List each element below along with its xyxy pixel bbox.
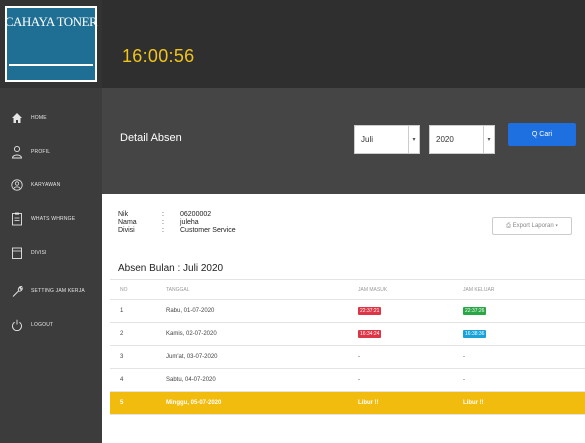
header-band: Detail Absen Juli ▾ 2020 ▾ Q Cari xyxy=(102,88,585,194)
logo[interactable]: CAHAYA TONER xyxy=(4,6,98,82)
info-label: Divisi xyxy=(118,227,135,234)
year-select[interactable]: 2020 ▾ xyxy=(429,125,495,154)
sidebar-item-karyawan[interactable]: KARYAWAN xyxy=(0,175,102,195)
info-label: Nama xyxy=(118,219,137,226)
cell-in: 16:34:24 xyxy=(348,322,453,346)
time-in-badge: 22:37:21 xyxy=(358,307,382,315)
content-card: Nik : 06200002 Nama : juleha Divisi : Cu… xyxy=(110,197,585,443)
info-row-nik: Nik : 06200002 xyxy=(118,211,236,219)
info-colon: : xyxy=(162,219,164,226)
page-title: Detail Absen xyxy=(120,132,182,144)
table-row: 4 Sabtu, 04-07-2020 - - xyxy=(110,368,585,392)
cell-no: 1 xyxy=(110,299,156,323)
sidebar-item-divisi[interactable]: DIVISI xyxy=(0,243,102,263)
month-select-value: Juli xyxy=(361,135,374,144)
sidebar-item-label: KARYAWAN xyxy=(31,182,61,188)
logo-container: CAHAYA TONER xyxy=(0,0,102,88)
info-value-divisi: Customer Service xyxy=(180,227,236,234)
sidebar-item-label: PROFIL xyxy=(31,149,51,155)
column-header: JAM KELUAR xyxy=(453,279,585,300)
cell-out: Libur !! xyxy=(453,391,585,415)
sidebar-item-label: WHATS WHRNGE xyxy=(31,216,76,222)
cell-out: - xyxy=(453,345,585,369)
logo-underline xyxy=(9,64,93,66)
cell-no: 4 xyxy=(110,368,156,392)
cell-out: - xyxy=(453,368,585,392)
info-row-nama: Nama : juleha xyxy=(118,219,236,227)
top-bar: 16:00:56 xyxy=(102,0,585,88)
cell-no: 2 xyxy=(110,322,156,346)
cell-date: Jum'at, 03-07-2020 xyxy=(156,345,348,369)
sidebar: CAHAYA TONER HOME PROFIL KARYAWAN WHATS … xyxy=(0,0,102,443)
cell-no: 5 xyxy=(110,391,156,415)
cell-out: 16:38:36 xyxy=(453,322,585,346)
sidebar-item-label: DIVISI xyxy=(31,250,47,256)
column-header: NO xyxy=(110,279,156,300)
employee-info: Nik : 06200002 Nama : juleha Divisi : Cu… xyxy=(118,211,236,235)
table-row: 1 Rabu, 01-07-2020 22:37:21 22:37:26 xyxy=(110,299,585,323)
users-icon xyxy=(11,178,23,192)
info-row-divisi: Divisi : Customer Service xyxy=(118,227,236,235)
table-row-holiday: 5 Minggu, 05-07-2020 Libur !! Libur !! xyxy=(110,391,585,415)
sidebar-item-label: HOME xyxy=(31,115,47,121)
chevron-down-icon: ▾ xyxy=(483,126,494,153)
cell-date: Kamis, 02-07-2020 xyxy=(156,322,348,346)
attendance-table: NO TANGGAL JAM MASUK JAM KELUAR 1 Rabu, … xyxy=(110,279,585,415)
year-select-value: 2020 xyxy=(436,135,454,144)
column-header: TANGGAL xyxy=(156,279,348,300)
info-value-nama: juleha xyxy=(180,219,199,226)
sidebar-item-home[interactable]: HOME xyxy=(0,108,102,128)
table-header-row: NO TANGGAL JAM MASUK JAM KELUAR xyxy=(110,279,585,300)
sidebar-item-setting-jam-kerja[interactable]: SETTING JAM KERJA xyxy=(0,281,102,301)
attendance-title: Absen Bulan : Juli 2020 xyxy=(118,263,224,274)
home-icon xyxy=(11,111,23,125)
export-report-button[interactable]: ⎙ Export Laporan ▾ xyxy=(492,217,572,235)
cell-out: 22:37:26 xyxy=(453,299,585,323)
table-row: 3 Jum'at, 03-07-2020 - - xyxy=(110,345,585,369)
search-button[interactable]: Q Cari xyxy=(508,123,576,146)
logo-text: CAHAYA TONER xyxy=(4,14,98,29)
cell-in: - xyxy=(348,368,453,392)
cell-in: - xyxy=(348,345,453,369)
power-icon xyxy=(11,318,23,332)
chevron-down-icon: ▾ xyxy=(408,126,419,153)
cell-date: Minggu, 05-07-2020 xyxy=(156,391,348,415)
column-header: JAM MASUK xyxy=(348,279,453,300)
info-value-nik: 06200002 xyxy=(180,211,212,218)
cell-date: Rabu, 01-07-2020 xyxy=(156,299,348,323)
time-out-badge: 16:38:36 xyxy=(463,330,487,338)
folder-icon xyxy=(11,246,23,260)
sidebar-item-label: LOGOUT xyxy=(31,322,54,328)
info-colon: : xyxy=(162,211,164,218)
info-colon: : xyxy=(162,227,164,234)
clipboard-icon xyxy=(11,212,23,226)
cell-in: Libur !! xyxy=(348,391,453,415)
month-select[interactable]: Juli ▾ xyxy=(354,125,420,154)
clock: 16:00:56 xyxy=(122,46,195,66)
sidebar-item-riwayat[interactable]: WHATS WHRNGE xyxy=(0,209,102,229)
cell-no: 3 xyxy=(110,345,156,369)
info-label: Nik xyxy=(118,211,129,218)
sidebar-item-logout[interactable]: LOGOUT xyxy=(0,315,102,335)
wrench-icon xyxy=(11,284,23,298)
cell-date: Sabtu, 04-07-2020 xyxy=(156,368,348,392)
time-out-badge: 22:37:26 xyxy=(463,307,487,315)
cell-in: 22:37:21 xyxy=(348,299,453,323)
sidebar-item-label: SETTING JAM KERJA xyxy=(31,288,85,294)
user-icon xyxy=(11,145,23,159)
table-row: 2 Kamis, 02-07-2020 16:34:24 16:38:36 xyxy=(110,322,585,346)
time-in-badge: 16:34:24 xyxy=(358,330,382,338)
sidebar-item-profil[interactable]: PROFIL xyxy=(0,142,102,162)
